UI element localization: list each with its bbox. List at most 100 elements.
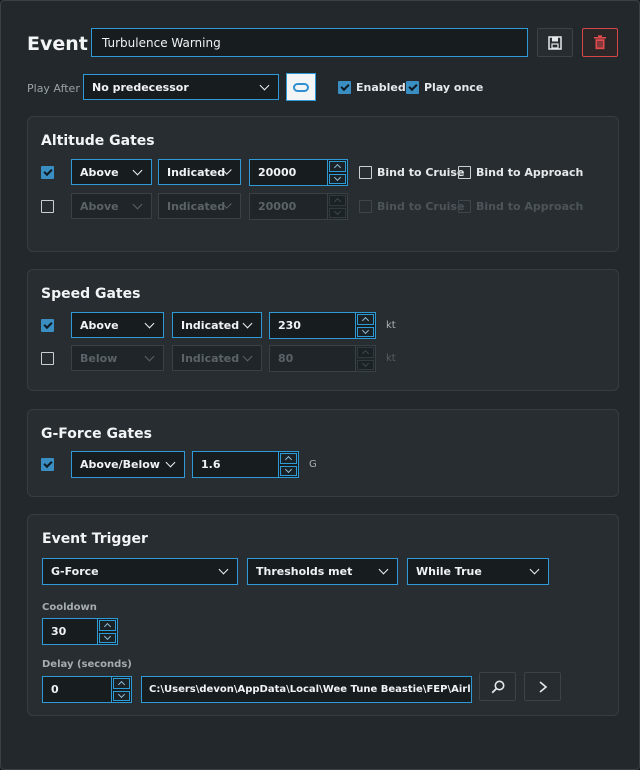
- event-name-input[interactable]: Turbulence Warning: [91, 28, 528, 57]
- trash-icon: [594, 35, 606, 50]
- decrement-button[interactable]: [329, 207, 346, 218]
- event-trigger-panel: Event Trigger G-Force Thresholds met Whi…: [27, 514, 619, 716]
- delay-value[interactable]: 0: [43, 677, 111, 702]
- speed-gate-1-unit: kt: [386, 320, 396, 331]
- gforce-gates-title: G-Force Gates: [41, 426, 152, 442]
- save-button[interactable]: [537, 28, 573, 57]
- decrement-button[interactable]: [357, 326, 374, 337]
- event-trigger-title: Event Trigger: [42, 531, 148, 547]
- altitude-gate-2-bind-approach-label: Bind to Approach: [476, 200, 584, 213]
- chevron-down-icon: [144, 351, 155, 361]
- decrement-button[interactable]: [329, 173, 346, 184]
- play-sound-button[interactable]: [524, 672, 561, 701]
- speed-gates-panel: Speed Gates Above Indicated 230 kt Below…: [27, 269, 619, 391]
- predecessor-select[interactable]: No predecessor: [83, 74, 279, 100]
- chevron-down-icon: [132, 199, 143, 209]
- speed-gate-1-reference-select[interactable]: Indicated: [172, 312, 262, 338]
- increment-button[interactable]: [280, 453, 297, 464]
- chevron-down-icon: [117, 690, 126, 698]
- speed-gate-1-direction: Above: [80, 318, 119, 332]
- chevron-up-icon: [333, 198, 342, 206]
- increment-button[interactable]: [357, 314, 374, 325]
- altitude-gate-1-reference: Indicated: [167, 165, 226, 179]
- chevron-down-icon: [361, 326, 370, 334]
- altitude-gate-1-checkbox[interactable]: [41, 166, 54, 179]
- play-once-checkbox[interactable]: [406, 81, 419, 94]
- increment-button[interactable]: [113, 678, 130, 689]
- chevron-down-icon: [284, 465, 293, 473]
- speed-gate-2-value[interactable]: 80: [270, 346, 355, 371]
- altitude-gate-1-value[interactable]: 20000: [250, 160, 327, 185]
- event-editor-window: Event Turbulence Warning Play After No p…: [0, 0, 640, 770]
- trigger-mode-select[interactable]: While True: [407, 558, 549, 585]
- decrement-button[interactable]: [99, 632, 116, 643]
- delete-button[interactable]: [582, 28, 618, 57]
- predecessor-select-value: No predecessor: [92, 80, 189, 94]
- search-icon: [491, 680, 504, 693]
- speed-gate-2-reference-select[interactable]: Indicated: [172, 345, 262, 371]
- decrement-button[interactable]: [280, 465, 297, 476]
- cooldown-stepper[interactable]: 30: [42, 618, 118, 645]
- link-predecessor-button[interactable]: [286, 73, 316, 101]
- gforce-gate-value-stepper[interactable]: 1.6: [192, 451, 299, 478]
- altitude-gate-2-value[interactable]: 20000: [250, 194, 327, 219]
- trigger-condition-select[interactable]: Thresholds met: [247, 558, 398, 585]
- enabled-label: Enabled: [356, 81, 406, 94]
- speed-gate-2-direction: Below: [80, 351, 118, 365]
- altitude-gate-2-bind-cruise-checkbox[interactable]: [359, 200, 372, 213]
- trigger-mode: While True: [416, 565, 482, 578]
- speed-gate-2-checkbox[interactable]: [41, 352, 54, 365]
- chevron-up-icon: [284, 456, 293, 464]
- altitude-gate-1-direction-select[interactable]: Above: [71, 159, 152, 185]
- increment-button[interactable]: [357, 347, 374, 358]
- delay-label: Delay (seconds): [42, 659, 132, 670]
- speed-gate-2-unit: kt: [386, 353, 396, 364]
- gforce-gate-value[interactable]: 1.6: [193, 452, 278, 477]
- altitude-gate-2-bind-approach-checkbox[interactable]: [458, 200, 471, 213]
- cooldown-value[interactable]: 30: [43, 619, 97, 644]
- speed-gate-1-value[interactable]: 230: [270, 313, 355, 338]
- speed-gate-2-value-stepper[interactable]: 80: [269, 345, 376, 372]
- altitude-gate-1-value-stepper[interactable]: 20000: [249, 159, 348, 186]
- chevron-down-icon: [333, 173, 342, 181]
- chevron-up-icon: [361, 350, 370, 358]
- increment-button[interactable]: [99, 620, 116, 631]
- gforce-gate-checkbox[interactable]: [41, 458, 54, 471]
- gforce-gate-mode: Above/Below: [80, 458, 160, 471]
- altitude-gate-1-reference-select[interactable]: Indicated: [158, 159, 241, 185]
- delay-stepper[interactable]: 0: [42, 676, 132, 703]
- speed-gate-1-value-stepper[interactable]: 230: [269, 312, 376, 339]
- cooldown-label: Cooldown: [42, 602, 97, 613]
- altitude-gate-2-bind-cruise-label: Bind to Cruise: [377, 200, 465, 213]
- altitude-gate-2-reference: Indicated: [167, 199, 226, 213]
- altitude-gate-1-bind-approach-checkbox[interactable]: [458, 166, 471, 179]
- altitude-gates-title: Altitude Gates: [41, 133, 155, 149]
- speed-gate-2-direction-select[interactable]: Below: [71, 345, 164, 371]
- speed-gates-title: Speed Gates: [41, 286, 141, 302]
- sound-file-path-input[interactable]: C:\Users\devon\AppData\Local\Wee Tune Be…: [141, 676, 472, 703]
- play-once-label: Play once: [424, 81, 484, 94]
- altitude-gate-2-reference-select[interactable]: Indicated: [158, 193, 241, 219]
- chevron-down-icon: [103, 632, 112, 640]
- altitude-gate-2-direction-select[interactable]: Above: [71, 193, 152, 219]
- decrement-button[interactable]: [357, 359, 374, 370]
- enabled-checkbox[interactable]: [338, 81, 351, 94]
- speed-gate-1-direction-select[interactable]: Above: [71, 312, 164, 338]
- altitude-gate-2-value-stepper[interactable]: 20000: [249, 193, 348, 220]
- decrement-button[interactable]: [113, 690, 130, 701]
- increment-button[interactable]: [329, 195, 346, 206]
- altitude-gate-1-bind-cruise-checkbox[interactable]: [359, 166, 372, 179]
- speed-gate-2-reference: Indicated: [181, 351, 240, 365]
- speed-gate-1-checkbox[interactable]: [41, 319, 54, 332]
- altitude-gate-1-direction: Above: [80, 165, 119, 179]
- gforce-gate-mode-select[interactable]: Above/Below: [71, 451, 185, 478]
- chevron-down-icon: [378, 564, 389, 575]
- trigger-source-select[interactable]: G-Force: [42, 558, 238, 585]
- trigger-condition: Thresholds met: [256, 565, 353, 578]
- chevron-up-icon: [361, 317, 370, 325]
- chevron-down-icon: [144, 318, 155, 328]
- altitude-gate-1-bind-approach-label: Bind to Approach: [476, 166, 584, 179]
- altitude-gate-2-checkbox[interactable]: [41, 200, 54, 213]
- increment-button[interactable]: [329, 161, 346, 172]
- browse-file-button[interactable]: [479, 672, 516, 701]
